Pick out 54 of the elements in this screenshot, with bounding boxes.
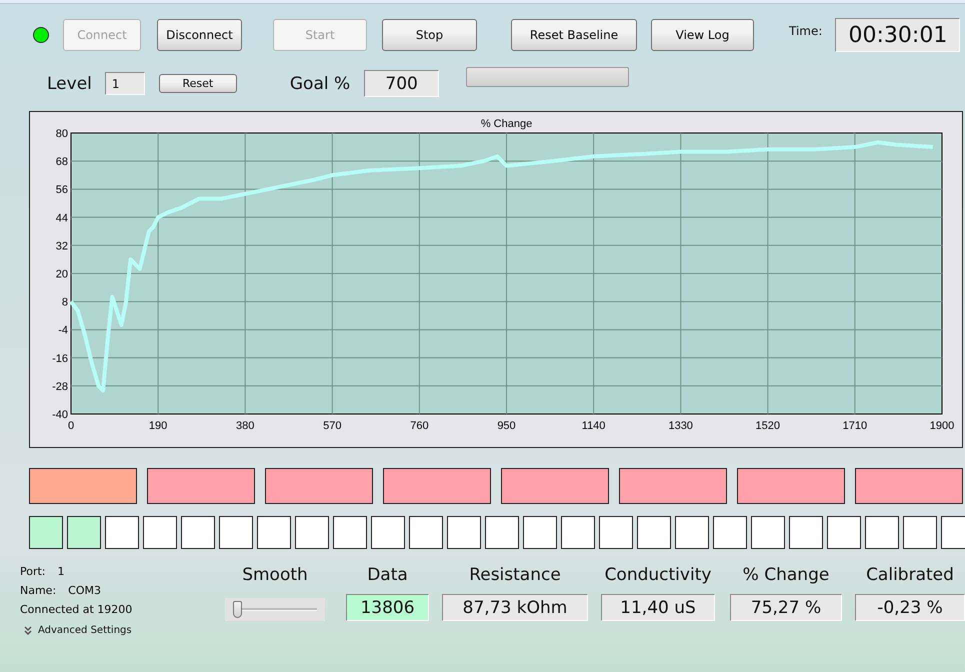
readout-value: -0,23 %	[855, 594, 965, 621]
level-field[interactable]: 1	[104, 72, 145, 95]
x-tick-label: 380	[236, 420, 254, 432]
slider-thumb[interactable]	[232, 601, 242, 618]
toolbar-button[interactable]: Stop	[382, 19, 477, 51]
y-tick-label: 8	[62, 296, 68, 309]
x-tick-label: 760	[410, 420, 429, 432]
info-value: COM3	[68, 584, 101, 597]
x-tick-label: 190	[148, 420, 168, 432]
x-tick-label: 1520	[756, 420, 780, 432]
smooth-slider[interactable]	[225, 598, 325, 621]
x-tick-label: 950	[497, 420, 516, 432]
chart-title: % Change	[480, 118, 532, 130]
y-tick-label: 32	[56, 240, 68, 252]
readout-value: 75,27 %	[730, 594, 842, 621]
readout-label: Data	[367, 565, 408, 585]
readout-label: % Change	[742, 565, 830, 585]
readout-value: 11,40 uS	[601, 594, 715, 621]
x-tick-label: 1710	[842, 420, 868, 432]
y-tick-label: 20	[56, 268, 68, 280]
time-display: 00:30:01	[835, 18, 960, 52]
readout-label: Calibrated	[866, 565, 954, 585]
toolbar-button[interactable]: Reset Baseline	[511, 19, 637, 51]
toolbar-button[interactable]: View Log	[651, 19, 754, 51]
x-tick-label: 0	[68, 420, 74, 432]
y-tick-label: -16	[52, 352, 68, 365]
readout-value: 13806	[346, 594, 429, 621]
y-tick-label: 56	[56, 184, 68, 196]
advanced-settings-toggle[interactable]: Advanced Settings	[24, 625, 224, 636]
y-tick-label: 68	[56, 156, 68, 168]
readout-value: 87,73 kOhm	[442, 594, 588, 621]
info-label: Name:	[20, 584, 56, 597]
y-tick-label: -4	[58, 324, 68, 337]
goal-field[interactable]: 700	[364, 70, 440, 97]
y-tick-label: -40	[52, 409, 68, 421]
y-tick-label: -28	[52, 380, 68, 393]
readout-label: Resistance	[469, 565, 561, 585]
x-tick-label: 570	[323, 420, 342, 432]
readout-label: Conductivity	[604, 565, 712, 585]
connection-status: Connected at 19200	[20, 603, 134, 616]
info-value: 1	[58, 565, 65, 578]
smooth-label: Smooth	[242, 565, 308, 585]
x-tick-label: 1330	[668, 420, 693, 432]
info-label: Port:	[20, 565, 46, 578]
double-chevron-icon	[24, 626, 32, 635]
goal-label: Goal %	[290, 74, 350, 94]
reset-button[interactable]: Reset	[158, 74, 237, 93]
time-label: Time:	[789, 24, 822, 38]
x-tick-label: 1900	[930, 420, 954, 432]
level-label: Level	[47, 74, 92, 94]
x-tick-label: 1140	[582, 420, 606, 432]
y-tick-label: 80	[56, 128, 68, 140]
toolbar-button[interactable]: Disconnect	[157, 19, 242, 51]
y-tick-label: 44	[56, 212, 68, 224]
